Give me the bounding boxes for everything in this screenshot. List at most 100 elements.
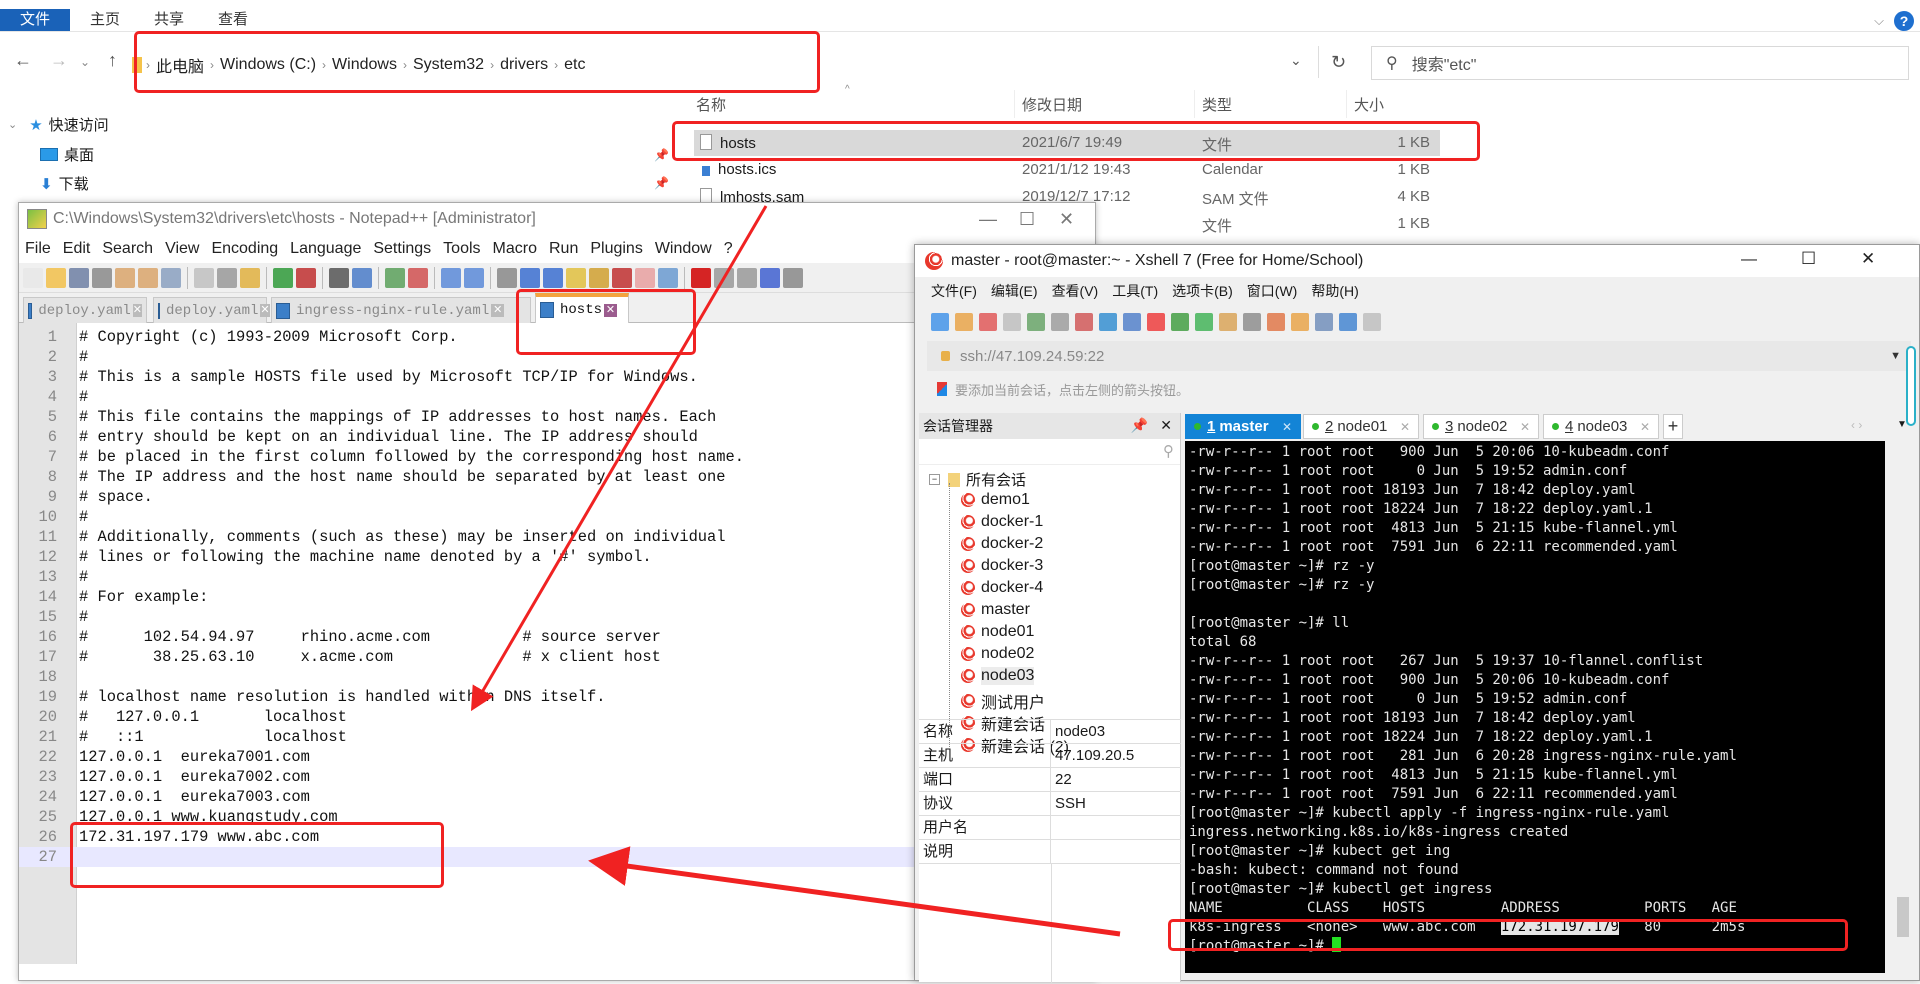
toolbar-button-icon[interactable]: [1363, 313, 1381, 331]
breadcrumb-etc[interactable]: etc: [564, 56, 585, 74]
toolbar-button-icon[interactable]: [464, 267, 484, 288]
column-divider[interactable]: [1194, 90, 1195, 118]
toolbar-button-icon[interactable]: [1219, 313, 1237, 331]
refresh-button[interactable]: ↻: [1318, 46, 1358, 78]
toolbar-button-icon[interactable]: [194, 267, 214, 288]
scrollbar-thumb[interactable]: [1897, 897, 1909, 937]
toolbar-button-icon[interactable]: [138, 267, 158, 288]
menu-edit[interactable]: Edit: [63, 240, 91, 258]
menu-view[interactable]: View: [165, 240, 199, 258]
breadcrumb-system32[interactable]: System32: [413, 56, 484, 74]
toolbar-button-icon[interactable]: [1147, 313, 1165, 331]
explorer-scrollbar-thumb[interactable]: [1906, 346, 1916, 426]
xshell-menu-item[interactable]: 文件(F): [931, 281, 977, 301]
toolbar-button-icon[interactable]: [520, 267, 540, 288]
minimize-button[interactable]: —: [1741, 251, 1757, 269]
toolbar-button-icon[interactable]: [46, 267, 66, 288]
collapse-icon[interactable]: −: [929, 474, 940, 485]
toolbar-button-icon[interactable]: [273, 267, 293, 288]
close-panel-icon[interactable]: ✕: [1160, 417, 1172, 434]
document-tab-deploy-yaml[interactable]: deploy.yaml ✕: [23, 297, 147, 323]
menu-language[interactable]: Language: [290, 240, 361, 258]
toolbar-button-icon[interactable]: [329, 267, 349, 288]
menu-encoding[interactable]: Encoding: [211, 240, 278, 258]
column-divider[interactable]: [1014, 90, 1015, 118]
toolbar-button-icon[interactable]: [1027, 313, 1045, 331]
ribbon-tab-view[interactable]: 查看: [216, 9, 250, 31]
toolbar-button-icon[interactable]: [1171, 313, 1189, 331]
toolbar-button-icon[interactable]: [385, 267, 405, 288]
toolbar-button-icon[interactable]: [691, 267, 711, 288]
toolbar-button-icon[interactable]: [1123, 313, 1141, 331]
menu-macro[interactable]: Macro: [493, 240, 537, 258]
close-button[interactable]: ✕: [1861, 249, 1875, 269]
toolbar-button-icon[interactable]: [658, 267, 678, 288]
toolbar-button-icon[interactable]: [1291, 313, 1309, 331]
session-item[interactable]: docker-1: [961, 513, 1043, 531]
session-item[interactable]: node03: [961, 667, 1035, 685]
document-tab-hosts[interactable]: hosts ✕: [535, 293, 629, 323]
session-tab-node02[interactable]: 3 node02 ✕: [1423, 414, 1539, 439]
toolbar-button-icon[interactable]: [1075, 313, 1093, 331]
minimize-button[interactable]: —: [979, 209, 997, 230]
close-tab-icon[interactable]: ✕: [1282, 420, 1292, 434]
breadcrumb-this-pc[interactable]: 此电脑: [156, 53, 204, 77]
toolbar-button-icon[interactable]: [69, 267, 89, 288]
toolbar-button-icon[interactable]: [115, 267, 135, 288]
menu-[interactable]: ?: [724, 240, 733, 258]
session-search-input[interactable]: ⚲: [919, 439, 1180, 465]
address-dropdown-icon[interactable]: ⌄: [1290, 52, 1302, 69]
xshell-menu-item[interactable]: 帮助(H): [1311, 281, 1358, 301]
menu-plugins[interactable]: Plugins: [590, 240, 642, 258]
xshell-menu-item[interactable]: 选项卡(B): [1172, 281, 1233, 301]
close-tab-icon[interactable]: ✕: [491, 304, 505, 317]
toolbar-button-icon[interactable]: [760, 267, 780, 288]
session-item[interactable]: docker-2: [961, 535, 1043, 553]
pin-icon[interactable]: 📌: [654, 148, 669, 162]
new-tab-button[interactable]: +: [1663, 414, 1683, 439]
close-button[interactable]: ✕: [1059, 209, 1074, 230]
menu-window[interactable]: Window: [655, 240, 712, 258]
session-item[interactable]: docker-4: [961, 579, 1043, 597]
column-header-size[interactable]: 大小: [1354, 94, 1384, 115]
back-button[interactable]: ←: [14, 50, 32, 71]
toolbar-button-icon[interactable]: [441, 267, 461, 288]
breadcrumb-windows[interactable]: Windows: [332, 56, 397, 74]
breadcrumb-c-drive[interactable]: Windows (C:): [220, 56, 316, 74]
toolbar-button-icon[interactable]: [566, 267, 586, 288]
notepadpp-titlebar[interactable]: C:\Windows\System32\drivers\etc\hosts - …: [19, 203, 1095, 235]
address-dropdown-icon[interactable]: ▼: [1890, 350, 1901, 362]
close-tab-icon[interactable]: ✕: [1400, 420, 1410, 434]
column-header-name[interactable]: 名称: [696, 94, 726, 115]
terminal-scrollbar[interactable]: [1895, 441, 1911, 973]
toolbar-button-icon[interactable]: [612, 267, 632, 288]
toolbar-button-icon[interactable]: [1243, 313, 1261, 331]
toolbar-button-icon[interactable]: [1051, 313, 1069, 331]
menu-run[interactable]: Run: [549, 240, 578, 258]
xshell-menu-item[interactable]: 编辑(E): [991, 281, 1038, 301]
xshell-titlebar[interactable]: master - root@master:~ - Xshell 7 (Free …: [915, 245, 1919, 277]
document-tab-ingress-nginx-rule-yaml[interactable]: ingress-nginx-rule.yaml ✕: [271, 297, 531, 323]
help-icon[interactable]: ?: [1894, 11, 1914, 31]
address-bar[interactable]: › 此电脑 › Windows (C:) › Windows › System3…: [132, 50, 1332, 80]
column-header-modified[interactable]: 修改日期: [1022, 94, 1082, 115]
up-button[interactable]: ↑: [108, 50, 117, 71]
recent-locations-button[interactable]: ⌄: [80, 55, 90, 69]
file-row-hosts[interactable]: hosts 2021/6/7 19:49 文件 1 KB: [694, 130, 1440, 156]
toolbar-button-icon[interactable]: [543, 267, 563, 288]
session-item[interactable]: node01: [961, 623, 1034, 641]
toolbar-button-icon[interactable]: [1267, 313, 1285, 331]
toolbar-button-icon[interactable]: [352, 267, 372, 288]
close-tab-icon[interactable]: ✕: [260, 304, 270, 317]
toolbar-button-icon[interactable]: [1315, 313, 1333, 331]
toolbar-button-icon[interactable]: [737, 267, 757, 288]
terminal[interactable]: -rw-r--r-- 1 root root 900 Jun 5 20:06 1…: [1185, 441, 1885, 973]
search-box[interactable]: ⚲ 搜索"etc": [1371, 46, 1909, 80]
nav-downloads[interactable]: ⬇ 下载: [40, 173, 89, 194]
toolbar-button-icon[interactable]: [296, 267, 316, 288]
session-tab-node03[interactable]: 4 node03 ✕: [1543, 414, 1659, 439]
maximize-button[interactable]: ☐: [1801, 249, 1816, 269]
close-tab-icon[interactable]: ✕: [132, 304, 142, 317]
close-tab-icon[interactable]: ✕: [1640, 420, 1650, 434]
bookmark-arrow-icon[interactable]: [937, 382, 947, 396]
